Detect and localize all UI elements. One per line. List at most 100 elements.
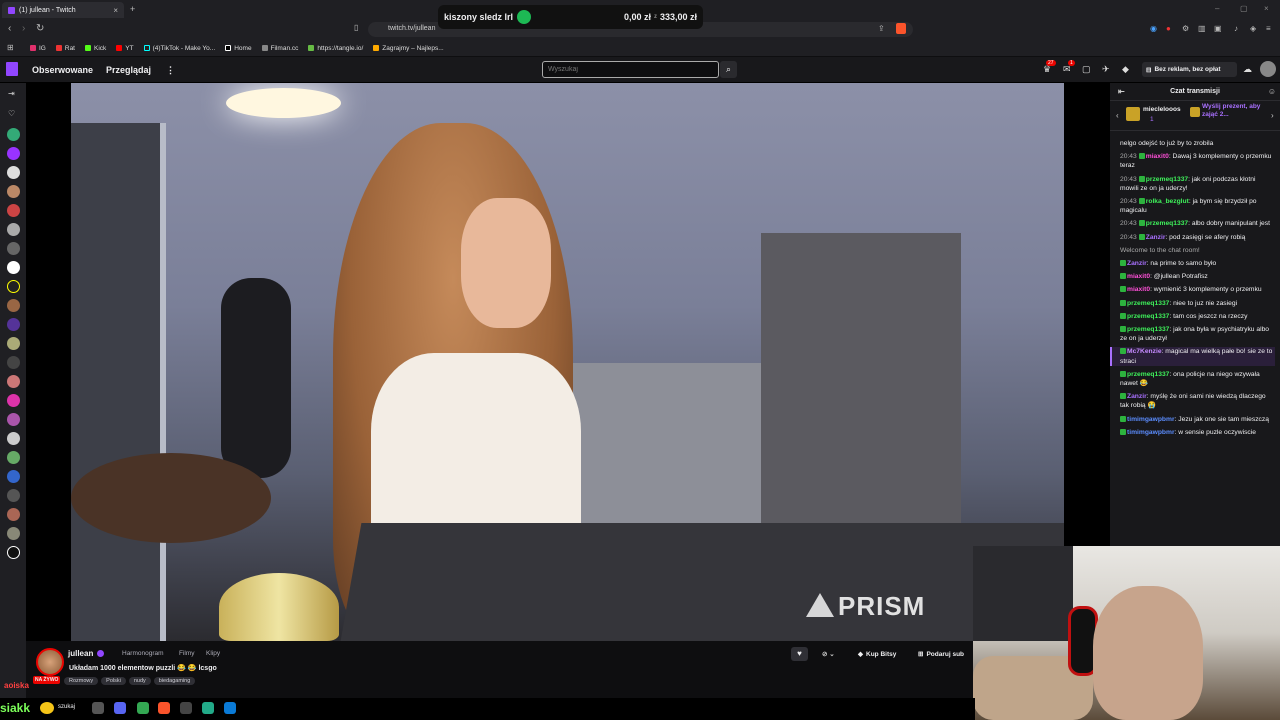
channel-avatar[interactable] [7,318,20,331]
browser-tab[interactable]: (1) jullean - Twitch × [2,2,124,18]
channel-avatar[interactable] [7,299,20,312]
channel-avatar[interactable] [7,470,20,483]
next-icon[interactable]: › [1271,111,1274,120]
chat-username[interactable]: przemeq1337 [1146,176,1188,183]
chat-username[interactable]: miaxit0 [1127,286,1150,293]
ad-free-button[interactable]: ⊟ Bez reklam, bez opłat [1142,62,1237,77]
tag[interactable]: biedagaming [153,677,196,685]
search-input[interactable] [542,61,719,78]
channel-avatar[interactable] [7,280,20,293]
channel-avatar[interactable] [7,242,20,255]
share-icon[interactable]: ⇪ [878,24,885,33]
chat-username[interactable]: miaxit0 [1146,153,1169,160]
bits-icon[interactable]: ◆ [1122,64,1129,75]
minimize-icon[interactable]: – [1215,4,1219,13]
bookmark-item[interactable]: (4)TikTok - Make Yo... [143,45,215,52]
channel-avatar[interactable] [7,204,20,217]
bookmark-item[interactable]: YT [116,45,134,52]
record-icon[interactable]: ● [1166,24,1171,33]
music-icon[interactable]: ♪ [1234,24,1238,33]
close-tab-icon[interactable]: × [113,6,118,15]
chat-username[interactable]: przemeq1337 [1146,220,1188,227]
reload-icon[interactable]: ↻ [36,23,44,34]
channel-avatar[interactable] [7,147,20,160]
chat-username[interactable]: miaxit0 [1127,273,1150,280]
app-icon[interactable] [202,702,214,714]
channel-avatar[interactable] [7,185,20,198]
chat-username[interactable]: przemeq1337 [1127,300,1169,307]
channel-avatar[interactable] [7,508,20,521]
chrome-icon[interactable] [137,702,149,714]
channel-avatar[interactable] [7,413,20,426]
search-icon[interactable]: ⌕ [720,61,737,78]
channel-avatar[interactable] [7,223,20,236]
chat-username[interactable]: Zanzir [1127,260,1147,267]
channel-avatar[interactable] [7,451,20,464]
brave-icon[interactable] [158,702,170,714]
tag[interactable]: nudy [128,677,151,685]
channel-avatar[interactable] [7,375,20,388]
forward-icon[interactable]: › [22,23,25,34]
channel-avatar[interactable] [7,489,20,502]
channel-avatar-main[interactable] [36,648,64,676]
vpn-icon[interactable]: ◈ [1250,24,1256,33]
channel-avatar[interactable] [7,394,20,407]
cloud-icon[interactable]: ☁ [1243,64,1252,75]
chat-username[interactable]: timimgawpbmr [1127,429,1175,436]
bookmark-item[interactable]: https://tangle.io/ [308,45,363,52]
tag[interactable]: Rozmowy [64,677,99,685]
task-view-icon[interactable] [92,702,104,714]
chat-username[interactable]: Zanzir [1127,393,1147,400]
sidebar-toggle-icon[interactable]: ▥ [1198,24,1206,33]
tag[interactable]: Polski [101,677,126,685]
discord-icon[interactable] [114,702,126,714]
prev-icon[interactable]: ‹ [1116,111,1119,120]
chat-username[interactable]: Zanzir [1146,234,1166,241]
bookmark-item[interactable]: Kick [85,45,106,52]
brave-shield-icon[interactable] [896,23,906,34]
chat-username[interactable]: przemeq1337 [1127,313,1169,320]
new-tab-icon[interactable]: + [130,4,135,14]
video-player[interactable]: PRISM [26,83,1110,641]
bookmark-item[interactable]: Rat [55,45,75,52]
notifications-button[interactable]: ⊘ ⌄ [822,647,835,661]
bookmark-item[interactable]: Filman.cc [261,45,298,52]
channel-avatar[interactable] [7,128,20,141]
channel-avatar[interactable] [7,337,20,350]
channel-avatar[interactable] [7,432,20,445]
gift-sub-button[interactable]: ⊞ Podaruj sub [918,647,964,661]
taskbar-search[interactable]: szukaj [58,704,75,710]
bookmark-item[interactable]: Zagrajmy – Najleps... [373,45,444,52]
wallet-icon[interactable]: ▣ [1214,24,1222,33]
nav-browse[interactable]: Przeglądaj [106,65,151,75]
channel-avatar[interactable] [7,527,20,540]
bookmark-item[interactable]: Home [225,45,252,52]
drops-icon[interactable]: ✈ [1102,64,1110,75]
follow-heart-button[interactable]: ♥ [791,647,808,661]
twitch-logo-icon[interactable] [6,62,18,76]
bookmark-icon[interactable]: ▯ [354,23,358,32]
channel-avatar[interactable] [7,261,20,274]
channel-avatar[interactable] [7,356,20,369]
chat-username[interactable]: przemeq1337 [1127,326,1169,333]
maximize-icon[interactable]: ▢ [1240,4,1248,13]
chat-username[interactable]: Mc7Kenzie [1127,348,1162,355]
collapse-chat-icon[interactable]: ⇤ [1118,83,1125,101]
channel-avatar[interactable] [7,166,20,179]
gift-send-icon[interactable] [1190,107,1200,117]
buy-bits-button[interactable]: ◆ Kup Bitsy [858,647,896,661]
more-options-icon[interactable]: ⋮ [166,65,175,76]
chat-username[interactable]: przemeq1337 [1127,371,1169,378]
user-avatar[interactable] [1260,61,1276,77]
whispers-icon[interactable]: ▢ [1082,64,1091,75]
obs-icon[interactable] [180,702,192,714]
nav-following[interactable]: Obserwowane [32,65,93,75]
extensions-puzzle-icon[interactable]: ⚙ [1182,24,1189,33]
menu-icon[interactable]: ≡ [1266,24,1271,33]
channel-name[interactable]: jullean [68,649,93,658]
channel-avatar[interactable] [7,546,20,559]
expand-sidebar-icon[interactable]: ⇥ [8,89,15,98]
back-icon[interactable]: ‹ [8,23,11,34]
videos-link[interactable]: Filmy [179,650,195,657]
chat-users-icon[interactable]: ☺ [1268,83,1276,101]
